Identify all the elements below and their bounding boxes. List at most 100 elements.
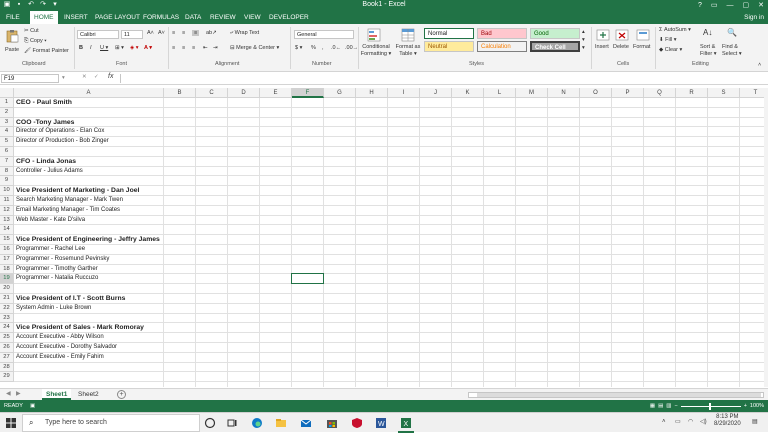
tab-page-layout[interactable]: PAGE LAYOUT xyxy=(91,11,144,24)
style-normal[interactable]: Normal xyxy=(424,28,474,39)
row-header[interactable]: 12 xyxy=(0,205,14,216)
help-icon[interactable]: ? xyxy=(698,0,702,11)
cell-a4[interactable]: Director of Operations - Elan Cox xyxy=(15,127,104,137)
wifi-icon[interactable]: ◠ xyxy=(688,418,693,425)
enter-icon[interactable]: ✓ xyxy=(94,74,99,80)
cell-a12[interactable]: Email Marketing Manager - Tim Coates xyxy=(15,206,120,216)
column-header[interactable]: D xyxy=(228,88,260,98)
insert-cells-icon[interactable] xyxy=(596,28,610,42)
row-header[interactable]: 14 xyxy=(0,225,14,236)
format-as-table-button[interactable]: Format as Table ▾ xyxy=(394,44,422,58)
row-header[interactable]: 23 xyxy=(0,313,14,324)
taskbar-search-box[interactable]: ⌕ Type here to search xyxy=(22,414,200,432)
number-format-select[interactable]: General xyxy=(294,30,354,39)
orientation-icon[interactable]: ab↗ xyxy=(206,30,217,36)
autosum-button[interactable]: Σ AutoSum ▾ xyxy=(659,27,691,33)
fill-color-icon[interactable]: ◈ ▾ xyxy=(130,45,139,51)
align-top-icon[interactable]: ≡ xyxy=(172,30,175,36)
increase-indent-icon[interactable]: ⇥ xyxy=(213,45,218,51)
maximize-icon[interactable]: ▢ xyxy=(743,0,750,11)
tab-view[interactable]: VIEW xyxy=(240,11,265,24)
row-header[interactable]: 9 xyxy=(0,176,14,187)
normal-view-icon[interactable]: ▦ xyxy=(650,400,655,412)
format-cells-label[interactable]: Format xyxy=(633,44,650,50)
page-break-view-icon[interactable]: ▥ xyxy=(666,400,671,412)
volume-icon[interactable]: ◁) xyxy=(700,418,707,425)
style-neutral[interactable]: Neutral xyxy=(424,41,474,52)
sort-filter-button[interactable]: Sort & Filter ▾ xyxy=(700,44,717,58)
row-header[interactable]: 26 xyxy=(0,343,14,353)
worksheet-grid[interactable]: ABCDEFGHIJKLMNOPQRST 1 2 3 4 5 6 7 8 9 10 11 12 13 14… xyxy=(0,88,764,387)
column-header[interactable]: N xyxy=(548,88,580,98)
cancel-icon[interactable]: ✕ xyxy=(82,74,87,80)
name-box-dropdown-icon[interactable]: ▾ xyxy=(62,75,65,81)
store-icon[interactable] xyxy=(326,417,338,429)
align-center-icon[interactable]: ≡ xyxy=(182,45,185,51)
column-header[interactable]: I xyxy=(388,88,420,98)
notifications-icon[interactable]: ▤ xyxy=(752,418,758,425)
font-name-select[interactable]: Calibri xyxy=(77,30,119,39)
format-as-table-icon[interactable] xyxy=(401,28,415,42)
row-header[interactable]: 6 xyxy=(0,147,14,157)
column-header[interactable]: G xyxy=(324,88,356,98)
cell-a21[interactable]: Vice President of I.T - Scott Burns xyxy=(15,294,125,304)
column-header[interactable]: K xyxy=(452,88,484,98)
row-header[interactable]: 8 xyxy=(0,166,14,177)
decrease-indent-icon[interactable]: ⇤ xyxy=(203,45,208,51)
font-size-select[interactable]: 11 xyxy=(121,30,143,39)
formula-input[interactable] xyxy=(120,74,764,83)
cut-button[interactable]: ✂ Cut xyxy=(24,28,39,34)
find-select-button[interactable]: Find & Select ▾ xyxy=(722,44,742,58)
insert-function-icon[interactable]: fx xyxy=(108,73,113,80)
tab-developer[interactable]: DEVELOPER xyxy=(265,11,313,24)
row-header[interactable]: 13 xyxy=(0,215,14,226)
column-header[interactable]: A xyxy=(14,88,164,98)
cell-a27[interactable]: Account Executive - Emily Fahim xyxy=(15,353,104,363)
shrink-font-icon[interactable]: A˅ xyxy=(158,30,165,36)
select-all-corner[interactable] xyxy=(0,88,14,98)
cell-a11[interactable]: Search Marketing Manager - Mark Twen xyxy=(15,196,123,206)
cell-a16[interactable]: Programmer - Rachel Lee xyxy=(15,245,85,255)
row-header[interactable]: 29 xyxy=(0,372,14,383)
column-header[interactable]: T xyxy=(740,88,764,98)
row-header[interactable]: 11 xyxy=(0,196,14,206)
row-header[interactable]: 10 xyxy=(0,186,14,196)
sheet-tab-2[interactable]: Sheet2 xyxy=(74,389,103,400)
show-hidden-icons-icon[interactable]: ˄ xyxy=(662,419,666,425)
sheet-tab-1[interactable]: Sheet1 xyxy=(42,389,72,400)
ribbon-display-icon[interactable]: ▭ xyxy=(711,0,718,11)
column-header[interactable]: M xyxy=(516,88,548,98)
column-header[interactable]: H xyxy=(356,88,388,98)
column-header[interactable]: S xyxy=(708,88,740,98)
cell-a3[interactable]: COO -Tony James xyxy=(15,118,74,128)
conditional-formatting-button[interactable]: Conditional Formatting ▾ xyxy=(360,44,392,58)
collapse-ribbon-icon[interactable]: ˄ xyxy=(758,62,761,68)
name-box[interactable]: F19 xyxy=(1,74,59,83)
selected-cell[interactable] xyxy=(291,273,324,285)
cell-a10[interactable]: Vice President of Marketing - Dan Joel xyxy=(15,186,139,196)
paste-label[interactable]: Paste xyxy=(5,47,19,53)
percent-icon[interactable]: % xyxy=(311,45,316,51)
zoom-slider[interactable] xyxy=(680,402,741,410)
cell-a22[interactable]: System Admin - Luke Brown xyxy=(15,304,91,314)
horizontal-scrollbar[interactable] xyxy=(468,392,764,398)
network-icon[interactable]: ▭ xyxy=(675,418,681,425)
prev-sheet-icon[interactable]: ◀ xyxy=(6,390,11,397)
align-bottom-icon[interactable]: ≡ xyxy=(192,30,200,36)
cell-a26[interactable]: Account Executive - Dorothy Salvador xyxy=(15,343,117,353)
edge-icon[interactable] xyxy=(251,417,263,429)
row-header[interactable]: 2 xyxy=(0,107,14,118)
row-header[interactable]: 22 xyxy=(0,303,14,314)
sort-filter-icon[interactable]: A↓ xyxy=(703,28,712,37)
row-header[interactable]: 18 xyxy=(0,264,14,275)
cortana-icon[interactable] xyxy=(204,417,216,429)
zoom-in-icon[interactable]: + xyxy=(744,400,747,412)
format-painter-button[interactable]: 🖌 Format Painter xyxy=(24,48,69,54)
currency-icon[interactable]: $ ▾ xyxy=(295,45,302,51)
italic-icon[interactable]: I xyxy=(90,45,92,51)
column-header[interactable]: J xyxy=(420,88,452,98)
row-header[interactable]: 17 xyxy=(0,254,14,265)
cell-a24[interactable]: Vice President of Sales - Mark Romoray xyxy=(15,323,144,333)
cell-a17[interactable]: Programmer - Rosemund Pevinsky xyxy=(15,255,109,265)
paste-icon[interactable] xyxy=(5,29,19,43)
